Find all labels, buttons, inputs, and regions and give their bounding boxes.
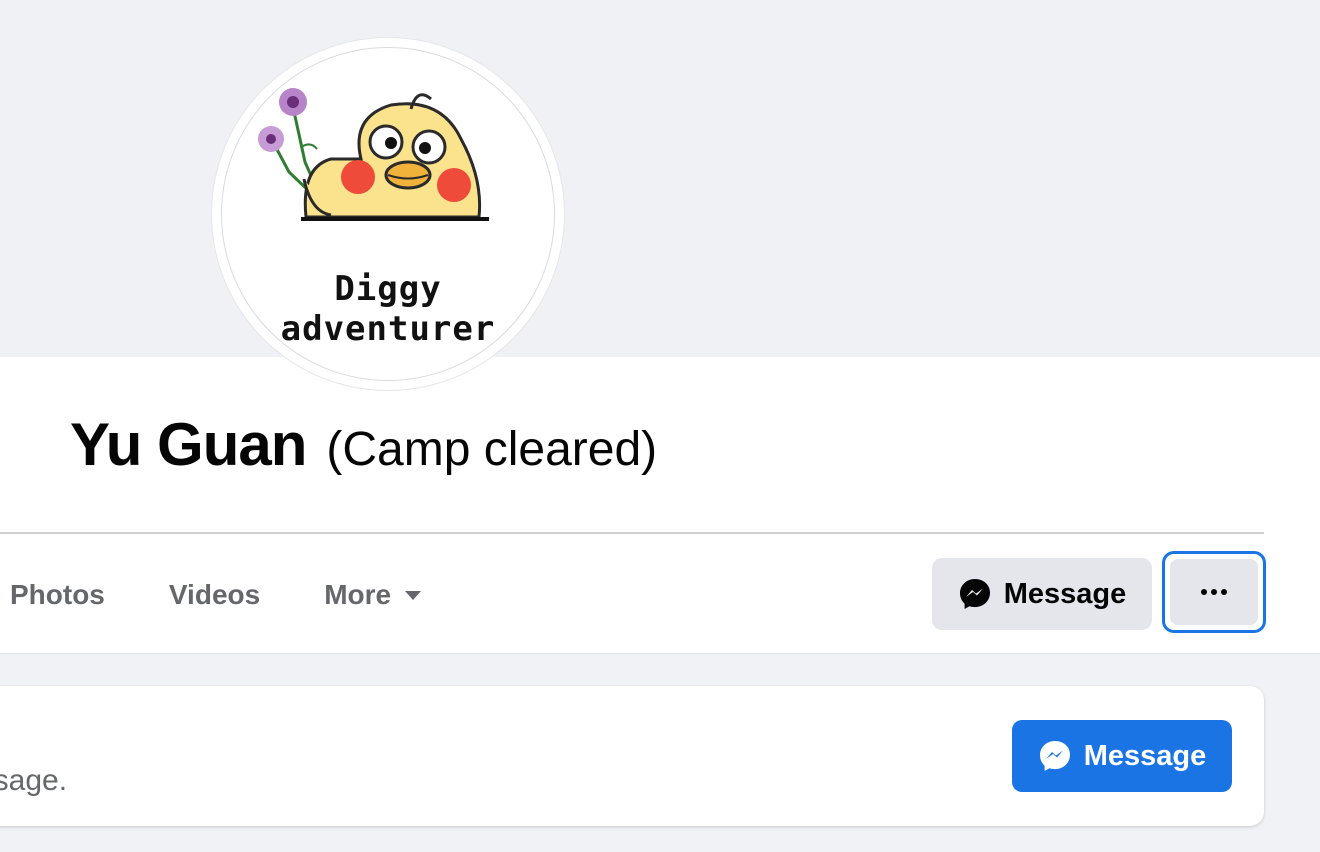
tab-label: Videos	[168, 579, 261, 610]
avatar-caption-line1: Diggy	[334, 269, 442, 309]
profile-picture[interactable]: Diggy adventurer	[212, 38, 564, 390]
tab-more[interactable]: More	[324, 579, 422, 611]
card-message-button[interactable]: Message	[1012, 720, 1232, 792]
tab-label: Photos	[10, 579, 105, 610]
more-horizontal-icon	[1201, 589, 1227, 595]
tab-videos[interactable]: Videos	[169, 579, 260, 611]
card-message-button-label: Message	[1083, 739, 1207, 772]
divider	[0, 532, 1264, 534]
messenger-icon	[959, 579, 990, 609]
message-card-text: essage.	[0, 764, 68, 797]
tab-label: More	[324, 579, 392, 610]
more-options-inner	[1170, 559, 1258, 625]
tab-photos[interactable]: Photos	[10, 579, 105, 611]
profile-tagline: (Camp cleared)	[326, 423, 658, 476]
avatar-caption-line2: adventurer	[280, 309, 496, 349]
messenger-icon	[1039, 741, 1070, 771]
cover-photo[interactable]	[0, 0, 1320, 357]
avatar: Diggy adventurer	[221, 47, 555, 381]
message-button[interactable]: Message	[932, 558, 1152, 630]
more-options-button[interactable]	[1162, 551, 1266, 633]
profile-name[interactable]: Yu Guan	[70, 410, 307, 479]
profile-title: Yu Guan (Camp cleared)	[70, 410, 657, 479]
profile-tabs: Photos Videos More	[0, 560, 485, 630]
message-button-label: Message	[1003, 577, 1127, 610]
caret-down-icon	[405, 590, 422, 600]
